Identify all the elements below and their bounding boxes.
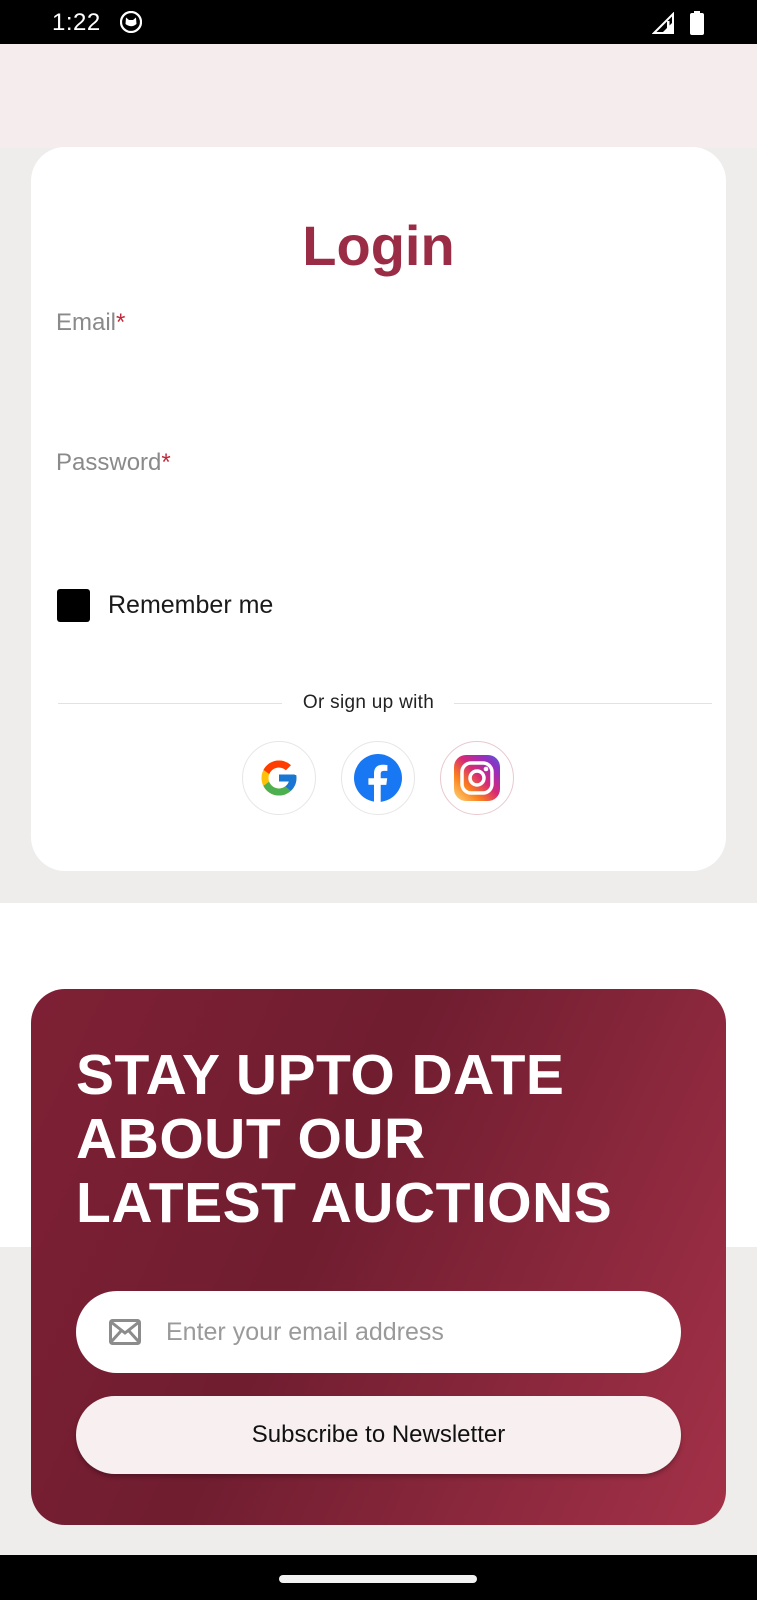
cat-notification-icon: [119, 10, 143, 38]
divider-text: Or sign up with: [302, 692, 435, 713]
navigation-bar: [0, 1555, 757, 1600]
newsletter-heading-line: ABOUT OUR: [76, 1107, 426, 1171]
login-card: Login Email* Password* Remember me Or si…: [31, 147, 726, 871]
signal-icon: [651, 11, 676, 39]
instagram-icon: [454, 755, 500, 801]
subscribe-button[interactable]: Subscribe to Newsletter: [76, 1396, 681, 1474]
email-label: Email*: [56, 309, 125, 337]
newsletter-heading-line: STAY UPTO DATE: [76, 1043, 565, 1107]
email-required-marker: *: [116, 309, 126, 336]
mail-icon: [109, 1319, 141, 1350]
divider-line-right: [454, 703, 712, 704]
password-label-text: Password: [56, 449, 162, 476]
email-field[interactable]: [56, 347, 701, 399]
facebook-signup-button[interactable]: [341, 741, 415, 815]
password-label: Password*: [56, 449, 171, 477]
header-band: [0, 44, 757, 148]
remember-me-checkbox[interactable]: [57, 589, 90, 622]
password-field[interactable]: [56, 487, 701, 539]
newsletter-email-field-container[interactable]: [76, 1291, 681, 1373]
google-signup-button[interactable]: [242, 741, 316, 815]
divider-line-left: [58, 703, 282, 704]
google-icon: [261, 760, 297, 796]
email-label-text: Email: [56, 309, 117, 336]
status-time: 1:22: [52, 9, 101, 36]
instagram-signup-button[interactable]: [440, 741, 514, 815]
newsletter-card: STAY UPTO DATE ABOUT OUR LATEST AUCTIONS…: [31, 989, 726, 1525]
newsletter-heading: STAY UPTO DATE ABOUT OUR LATEST AUCTIONS: [76, 1043, 696, 1235]
newsletter-email-input[interactable]: [166, 1291, 656, 1373]
home-indicator[interactable]: [279, 1575, 477, 1583]
facebook-icon: [354, 754, 402, 802]
status-bar: 1:22: [0, 0, 757, 44]
newsletter-heading-line: LATEST AUCTIONS: [76, 1171, 613, 1235]
remember-me-label[interactable]: Remember me: [108, 591, 273, 620]
battery-icon: [690, 11, 704, 40]
password-required-marker: *: [161, 449, 171, 476]
login-title: Login: [302, 214, 455, 277]
